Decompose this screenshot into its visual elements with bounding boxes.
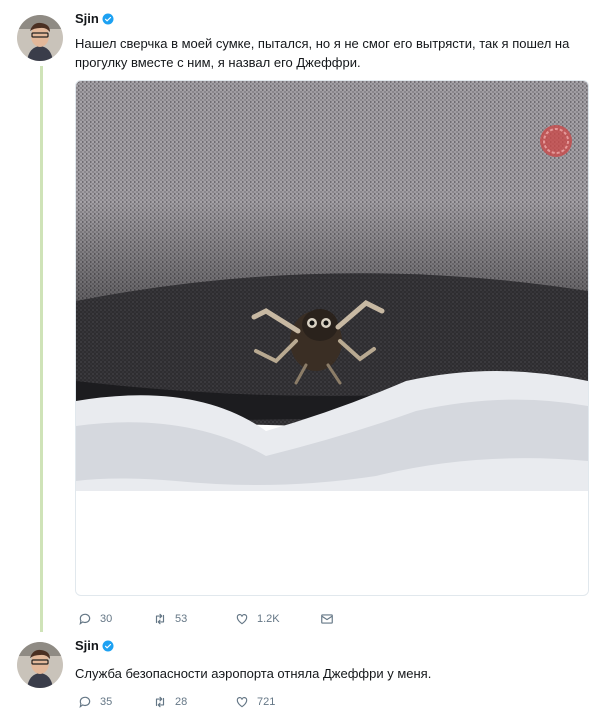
tweet-text: Нашел сверчка в моей сумке, пытался, но … bbox=[75, 36, 570, 70]
retweet-count: 28 bbox=[175, 696, 188, 708]
author-name[interactable]: Sjin bbox=[75, 11, 99, 26]
like-icon bbox=[236, 614, 248, 625]
like-count: 1.2K bbox=[257, 613, 280, 625]
reply-count: 35 bbox=[100, 696, 113, 708]
like-button[interactable]: 721 bbox=[235, 695, 320, 709]
retweet-icon bbox=[155, 696, 165, 708]
retweet-count: 53 bbox=[175, 613, 188, 625]
avatar[interactable] bbox=[17, 642, 63, 688]
tweet-actions: 35 28 721 bbox=[78, 695, 320, 709]
tweet-2[interactable]: Sjin Служба безопасности аэропорта отнял… bbox=[0, 635, 600, 713]
reply-count: 30 bbox=[100, 613, 113, 625]
tweet-photo[interactable] bbox=[75, 80, 589, 596]
avatar[interactable] bbox=[17, 15, 63, 61]
retweet-icon bbox=[155, 613, 165, 625]
message-icon bbox=[321, 614, 333, 624]
like-button[interactable]: 1.2K bbox=[235, 612, 320, 626]
like-count: 721 bbox=[257, 696, 276, 708]
verified-badge-icon bbox=[102, 640, 114, 651]
reply-button[interactable]: 30 bbox=[78, 612, 153, 626]
verified-badge-icon bbox=[102, 13, 114, 24]
cricket-in-bag-photo bbox=[76, 81, 588, 595]
reply-icon bbox=[79, 613, 91, 626]
tweet-1[interactable]: Sjin Нашел сверчка в моей сумке, пытался… bbox=[0, 0, 600, 635]
reply-button[interactable]: 35 bbox=[78, 695, 153, 709]
like-icon bbox=[236, 697, 248, 708]
retweet-button[interactable]: 28 bbox=[153, 695, 235, 709]
tweet-actions: 30 53 1.2K bbox=[78, 612, 334, 626]
retweet-button[interactable]: 53 bbox=[153, 612, 235, 626]
author-name[interactable]: Sjin bbox=[75, 638, 99, 653]
reply-icon bbox=[79, 696, 91, 709]
message-button[interactable] bbox=[320, 612, 334, 626]
tweet-text: Служба безопасности аэропорта отняла Дже… bbox=[75, 666, 432, 681]
